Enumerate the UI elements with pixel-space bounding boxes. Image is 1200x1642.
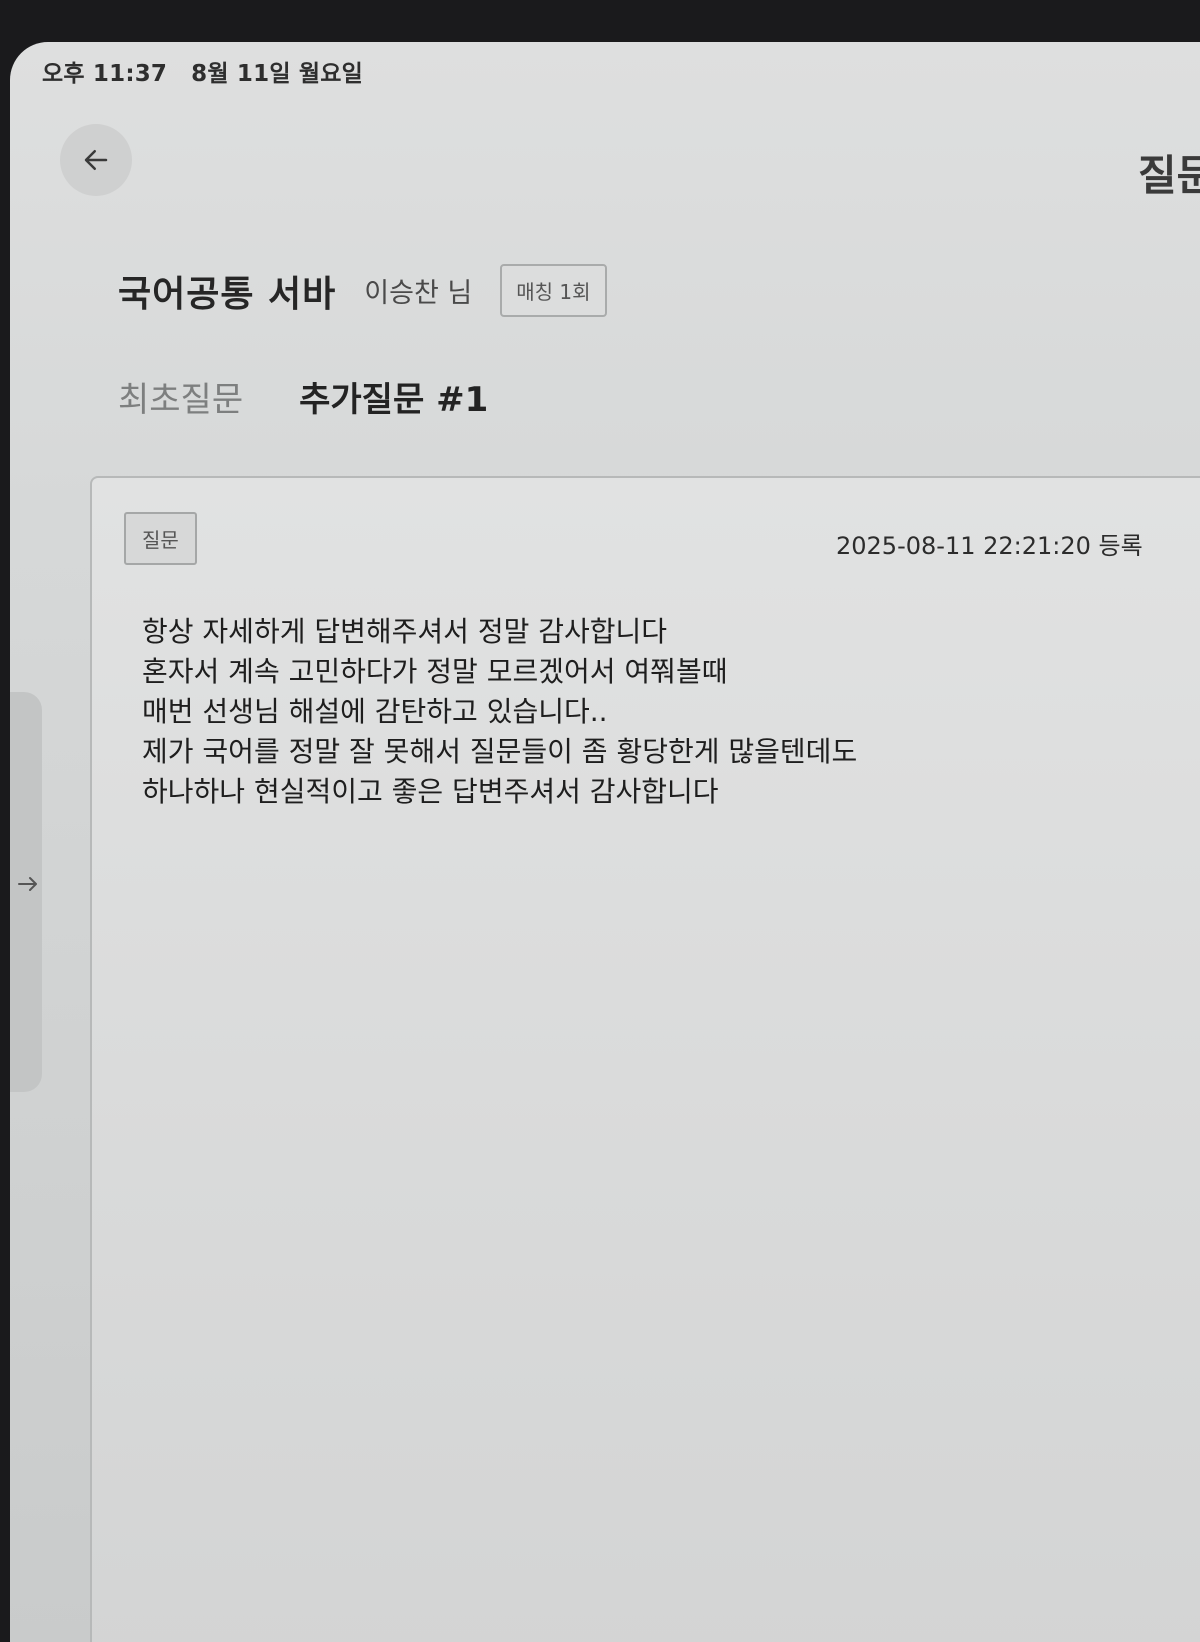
page-title: 질문	[1138, 151, 1200, 200]
registration-timestamp: 2025-08-11 22:21:20 등록	[836, 532, 1143, 560]
question-body-line: 하나하나 현실적이고 좋은 답변주셔서 감사합니다	[142, 775, 719, 808]
course-title: 국어공통 서바	[118, 273, 337, 315]
question-tabs: 최초질문 추가질문 #1	[118, 372, 488, 421]
tab-additional-question-1[interactable]: 추가질문 #1	[299, 372, 488, 421]
status-bar: 오후 11:37 8월 11일 월요일	[42, 54, 363, 88]
status-time: 오후 11:37	[42, 61, 168, 87]
question-body-line: 혼자서 계속 고민하다가 정말 모르겠어서 여쭤볼때	[142, 655, 728, 688]
match-count-badge: 매칭 1회	[500, 264, 607, 317]
question-label-badge: 질문	[124, 512, 197, 565]
question-card: 질문 2025-08-11 22:21:20 등록 항상 자세하게 답변해주셔서…	[90, 476, 1200, 1642]
question-header: 국어공통 서바 이승찬 님 매칭 1회	[118, 264, 607, 317]
arrow-right-icon[interactable]	[16, 872, 40, 896]
status-date: 8월 11일 월요일	[191, 61, 363, 87]
tablet-screen: 오후 11:37 8월 11일 월요일 질문 국어공통 서바 이승찬 님 매칭 …	[10, 42, 1200, 1642]
teacher-name: 이승찬 님	[364, 278, 473, 309]
question-body-line: 매번 선생님 해설에 감탄하고 있습니다..	[142, 695, 608, 728]
back-button[interactable]	[60, 124, 132, 196]
tab-initial-question[interactable]: 최초질문	[118, 372, 243, 421]
question-body-line: 항상 자세하게 답변해주셔서 정말 감사합니다	[142, 615, 668, 648]
question-body-line: 제가 국어를 정말 잘 못해서 질문들이 좀 황당한게 많을텐데도	[142, 735, 858, 768]
question-body: 항상 자세하게 답변해주셔서 정말 감사합니다 혼자서 계속 고민하다가 정말 …	[142, 612, 857, 812]
arrow-left-icon	[84, 150, 108, 170]
